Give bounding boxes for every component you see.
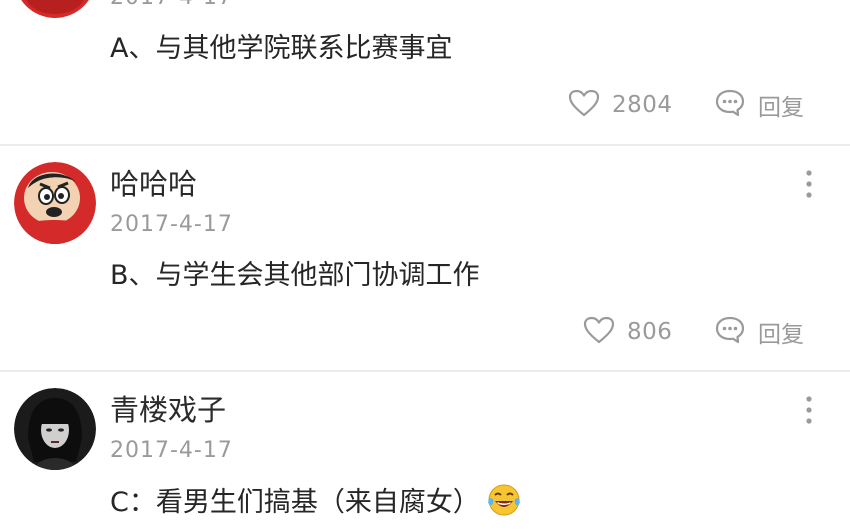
avatar[interactable] — [14, 0, 96, 18]
comment-item: 2017-4-17 A、与其他学院联系比赛事宜 2804 — [0, 0, 850, 146]
like-button[interactable]: 2804 — [568, 85, 673, 125]
username[interactable]: 哈哈哈 — [110, 166, 197, 202]
laughing-tears-emoji-icon — [486, 483, 522, 528]
speech-bubble-icon — [714, 315, 746, 349]
vertical-dots-icon — [796, 170, 822, 206]
comment-text: C：看男生们搞基（来自腐女） — [110, 487, 480, 518]
comment-item: 青楼戏子 2017-4-17 C：看男生们搞基（来自腐女） — [0, 372, 850, 531]
heart-icon — [568, 89, 600, 121]
avatar[interactable] — [14, 162, 96, 244]
comment-content: A、与其他学院联系比赛事宜 — [110, 33, 453, 64]
reply-label: 回复 — [758, 95, 804, 121]
avatar[interactable] — [14, 388, 96, 470]
comment-item: 哈哈哈 2017-4-17 B、与学生会其他部门协调工作 806 回复 — [0, 146, 850, 372]
comment-timestamp: 2017-4-17 — [110, 438, 233, 463]
heart-icon — [583, 316, 615, 348]
comment-actions: 2804 回复 — [0, 85, 850, 125]
like-button[interactable]: 806 — [583, 312, 672, 352]
more-options-button[interactable] — [796, 166, 822, 202]
comment-actions: 806 回复 — [0, 312, 850, 352]
comment-list: 2017-4-17 A、与其他学院联系比赛事宜 2804 — [0, 0, 850, 531]
username[interactable]: 青楼戏子 — [110, 392, 226, 428]
reply-button[interactable]: 回复 — [714, 85, 804, 125]
vertical-dots-icon — [796, 396, 822, 432]
comment-content: C：看男生们搞基（来自腐女） — [110, 483, 522, 528]
like-count: 2804 — [612, 92, 673, 118]
comment-timestamp: 2017-4-17 — [110, 0, 233, 12]
reply-label: 回复 — [758, 322, 804, 348]
speech-bubble-icon — [714, 88, 746, 122]
reply-button[interactable]: 回复 — [714, 312, 804, 352]
comment-timestamp: 2017-4-17 — [110, 212, 233, 237]
comment-content: B、与学生会其他部门协调工作 — [110, 260, 480, 291]
more-options-button[interactable] — [796, 392, 822, 428]
like-count: 806 — [627, 319, 673, 345]
